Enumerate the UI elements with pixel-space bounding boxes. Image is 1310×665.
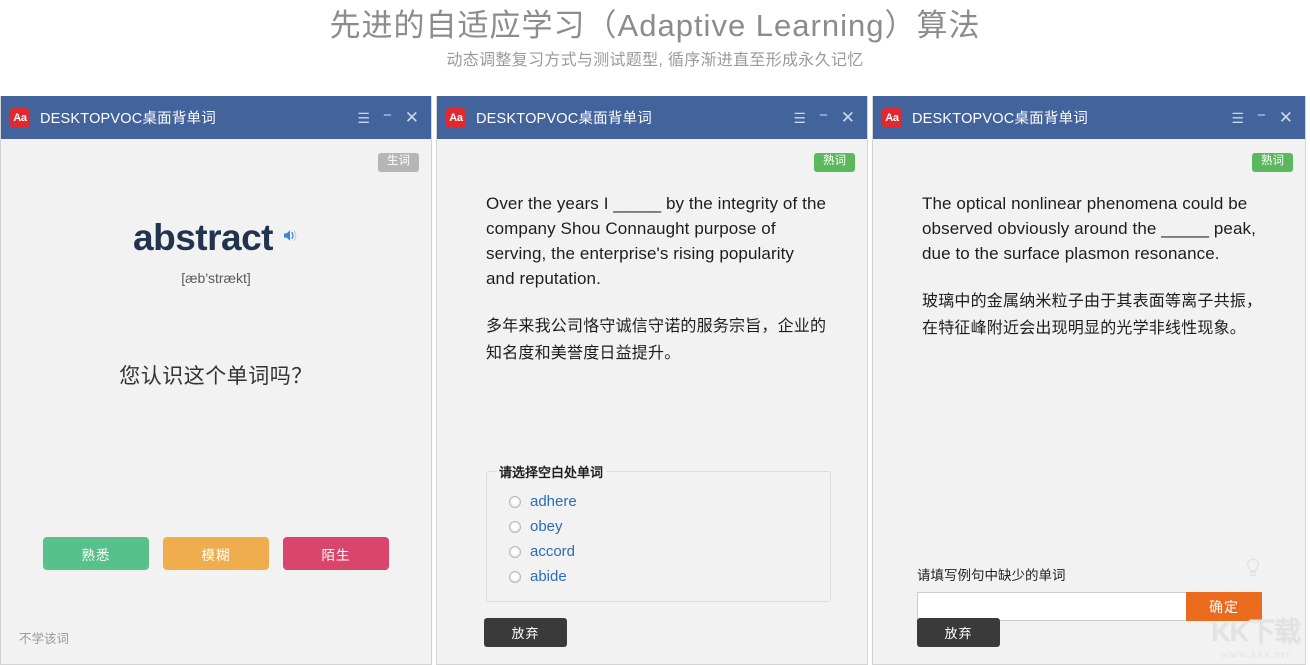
example-sentence-zh: 多年来我公司恪守诚信守诺的服务宗旨，企业的知名度和美誉度日益提升。 — [486, 318, 827, 362]
watermark-logo: KK下载 — [1211, 617, 1301, 647]
radio-button-icon[interactable] — [509, 495, 521, 508]
fill-in-header: 请填写例句中缺少的单词 — [917, 557, 1262, 584]
sentence-block-2: Over the years I _____ by the integrity … — [437, 139, 867, 367]
panel-2-body: 熟词 Over the years I _____ by the integri… — [437, 139, 867, 664]
radio-option-obey[interactable]: obey — [497, 514, 820, 539]
answer-input[interactable] — [917, 592, 1186, 621]
close-icon[interactable]: ✕ — [405, 109, 419, 126]
skip-word-link[interactable]: 不学该词 — [19, 628, 69, 647]
phonetic-transcription: [æb'strækt] — [181, 270, 251, 286]
window-controls-3: ☰ − ✕ — [1231, 108, 1297, 126]
panel-1-body: 生词 abstract [æb'strækt] 您认识这个单词吗？ 熟悉 模糊 … — [1, 139, 431, 664]
hamburger-menu-icon[interactable]: ☰ — [1231, 111, 1244, 125]
app-window-title: DESKTOPVOC桌面背单词 — [476, 111, 652, 127]
radio-option-adhere[interactable]: adhere — [497, 489, 820, 514]
word-choice-group: 请选择空白处单词 adhere obey accord abide — [486, 462, 831, 602]
status-badge-known: 熟词 — [814, 153, 855, 172]
watermark: KK下载 www.kkx.net — [1211, 617, 1301, 662]
radio-option-accord[interactable]: accord — [497, 539, 820, 564]
page-subtitle: 动态调整复习方式与测试题型, 循序渐进直至形成永久记忆 — [446, 52, 864, 69]
app-logo-icon: Aa — [446, 107, 466, 128]
radio-option-label: adhere — [530, 493, 577, 510]
example-sentence-en: The optical nonlinear phenomena could be… — [922, 194, 1256, 263]
familiarity-choices: 熟悉 模糊 陌生 — [1, 537, 431, 570]
fill-in-blank-section: 请填写例句中缺少的单词 确定 — [917, 557, 1262, 621]
word-choice-legend: 请选择空白处单词 — [499, 465, 604, 480]
give-up-button[interactable]: 放弃 — [917, 618, 1000, 647]
watermark-url: www.kkx.net — [1220, 647, 1291, 661]
recognition-question: 您认识这个单词吗？ — [119, 365, 313, 388]
hamburger-menu-icon[interactable]: ☰ — [357, 111, 370, 125]
radio-option-label: abide — [530, 568, 567, 585]
vocabulary-word: abstract — [133, 217, 273, 258]
radio-option-label: accord — [530, 543, 576, 560]
fill-in-row: 确定 — [917, 592, 1262, 621]
app-window-title: DESKTOPVOC桌面背单词 — [912, 111, 1088, 127]
app-window-1: Aa DESKTOPVOC桌面背单词 ☰ − ✕ 生词 abstract [æb… — [0, 96, 432, 665]
app-window-2: Aa DESKTOPVOC桌面背单词 ☰ − ✕ 熟词 Over the yea… — [436, 96, 868, 665]
radio-option-abide[interactable]: abide — [497, 564, 820, 589]
status-badge-new: 生词 — [378, 153, 419, 172]
radio-button-icon[interactable] — [509, 570, 521, 583]
vague-button[interactable]: 模糊 — [163, 537, 269, 570]
panels-row: Aa DESKTOPVOC桌面背单词 ☰ − ✕ 生词 abstract [æb… — [0, 96, 1310, 665]
radio-button-icon[interactable] — [509, 545, 521, 558]
window-controls-2: ☰ − ✕ — [793, 108, 859, 126]
example-sentence-zh: 玻璃中的金属纳米粒子由于其表面等离子共振，在特征峰附近会出现明显的光学非线性现象… — [922, 293, 1263, 337]
app-window-title: DESKTOPVOC桌面背单词 — [40, 111, 216, 127]
titlebar-1[interactable]: Aa DESKTOPVOC桌面背单词 ☰ − ✕ — [1, 96, 431, 139]
status-badge-known: 熟词 — [1252, 153, 1293, 172]
close-icon[interactable]: ✕ — [1279, 109, 1293, 126]
app-logo-icon: Aa — [10, 107, 30, 128]
window-controls-1: ☰ − ✕ — [357, 108, 423, 126]
fill-in-label: 请填写例句中缺少的单词 — [917, 568, 1066, 583]
speaker-icon[interactable] — [282, 227, 299, 249]
familiar-button[interactable]: 熟悉 — [43, 537, 149, 570]
hamburger-menu-icon[interactable]: ☰ — [793, 111, 806, 125]
page-title: 先进的自适应学习（Adaptive Learning）算法 — [329, 8, 981, 43]
confirm-button[interactable]: 确定 — [1186, 592, 1262, 621]
minimize-icon[interactable]: − — [383, 108, 392, 123]
titlebar-2[interactable]: Aa DESKTOPVOC桌面背单词 ☰ − ✕ — [437, 96, 867, 139]
page-header: 先进的自适应学习（Adaptive Learning）算法 动态调整复习方式与测… — [0, 0, 1310, 96]
radio-button-icon[interactable] — [509, 520, 521, 533]
app-window-3: Aa DESKTOPVOC桌面背单词 ☰ − ✕ 熟词 The optical … — [872, 96, 1306, 665]
panel-3-body: 熟词 The optical nonlinear phenomena could… — [873, 139, 1305, 664]
lightbulb-icon[interactable] — [1244, 557, 1262, 584]
minimize-icon[interactable]: − — [819, 108, 828, 123]
word-block: abstract [æb'strækt] — [1, 139, 431, 286]
unfamiliar-button[interactable]: 陌生 — [283, 537, 389, 570]
app-logo-icon: Aa — [882, 107, 902, 128]
close-icon[interactable]: ✕ — [841, 109, 855, 126]
example-sentence-en: Over the years I _____ by the integrity … — [486, 194, 827, 288]
minimize-icon[interactable]: − — [1257, 108, 1266, 123]
give-up-button[interactable]: 放弃 — [484, 618, 567, 647]
sentence-block-3: The optical nonlinear phenomena could be… — [873, 139, 1305, 342]
titlebar-3[interactable]: Aa DESKTOPVOC桌面背单词 ☰ − ✕ — [873, 96, 1305, 139]
radio-option-label: obey — [530, 518, 563, 535]
word-line: abstract — [133, 217, 299, 259]
